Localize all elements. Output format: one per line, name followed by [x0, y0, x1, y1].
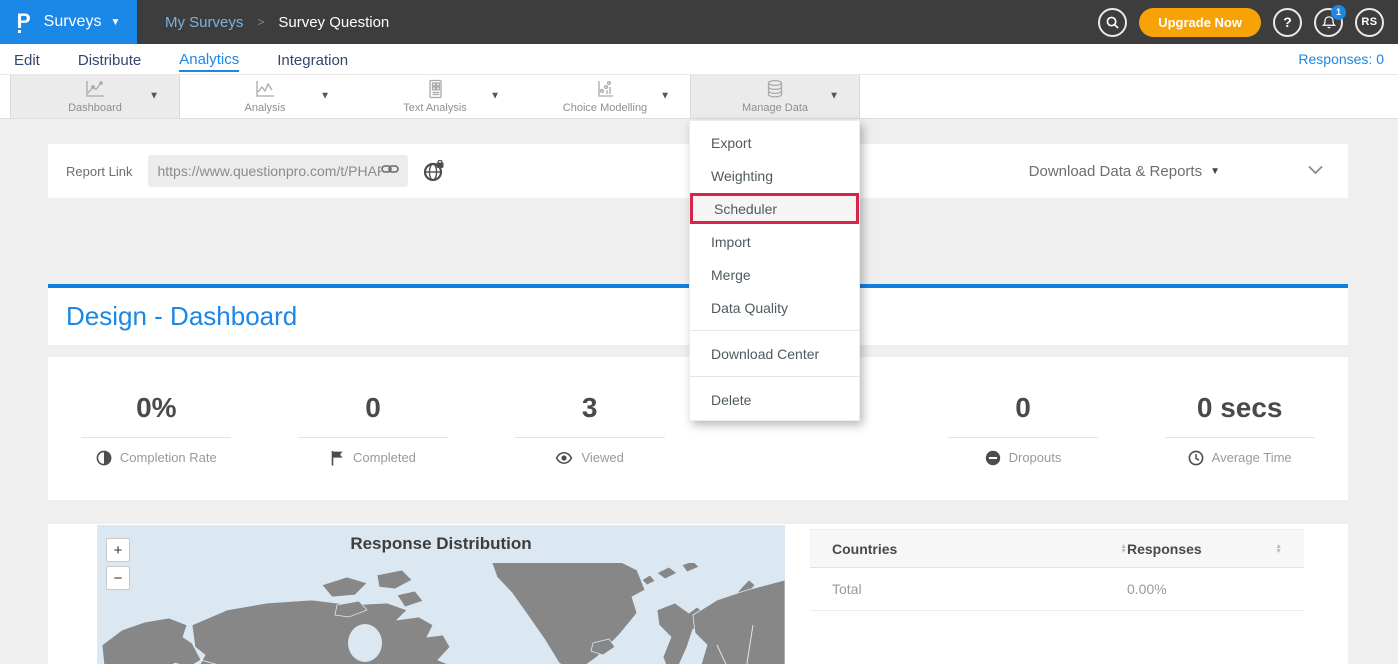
stat-label: Completed [353, 450, 416, 465]
chevron-down-icon: ▼ [149, 90, 159, 101]
total-value: 0.00% [1127, 581, 1167, 597]
top-bar: P Surveys ▼ My Surveys > Survey Question… [0, 0, 1398, 44]
chevron-down-icon: ▼ [1210, 166, 1220, 177]
analysis-chart-icon [254, 79, 276, 99]
menu-item-weighting[interactable]: Weighting [690, 159, 859, 192]
notifications-button[interactable]: 1 [1314, 8, 1343, 37]
menu-divider [690, 376, 859, 377]
sort-icon[interactable]: ▲▼ [1275, 544, 1282, 554]
zoom-in-button[interactable]: + [106, 538, 130, 562]
collapse-chevron-icon[interactable] [1307, 164, 1324, 176]
menu-item-scheduler[interactable]: Scheduler [690, 193, 859, 224]
sort-icon[interactable]: ▲▼ [1120, 544, 1127, 554]
column-countries: Countries [832, 541, 897, 557]
report-link-input[interactable]: https://www.questionpro.com/t/PHAF [148, 155, 408, 187]
chevron-down-icon: ▼ [660, 90, 670, 101]
question-mark-icon: ? [1283, 14, 1292, 30]
stat-average-time: 0 secs Average Time [1131, 392, 1348, 466]
stat-viewed: 3 Viewed [481, 392, 698, 465]
scatter-chart-icon [594, 79, 616, 99]
avatar[interactable]: RS [1355, 8, 1384, 37]
countries-table-header: Countries ▲▼ Responses ▲▼ [810, 529, 1304, 568]
report-url: https://www.questionpro.com/t/PHAF [157, 163, 381, 179]
menu-item-merge[interactable]: Merge [690, 258, 859, 291]
eye-icon [555, 451, 573, 465]
world-map[interactable]: Response Distribution + − [97, 525, 785, 664]
avatar-initials: RS [1361, 16, 1377, 28]
stat-label: Viewed [581, 450, 623, 465]
page-title: Design - Dashboard [66, 301, 297, 332]
chevron-down-icon: ▼ [490, 90, 500, 101]
globe-lock-icon[interactable] [422, 160, 445, 183]
search-button[interactable] [1098, 8, 1127, 37]
report-link-label: Report Link [66, 164, 132, 179]
half-circle-icon [96, 450, 112, 466]
line-chart-icon [84, 79, 106, 99]
chevron-down-icon: ▼ [320, 90, 330, 101]
tab-edit[interactable]: Edit [14, 48, 40, 71]
chevron-down-icon: ▼ [829, 90, 839, 101]
manage-data-menu: Export Weighting Scheduler Import Merge … [689, 120, 860, 421]
download-data-dropdown[interactable]: Download Data & Reports ▼ [1029, 163, 1220, 180]
tab-distribute[interactable]: Distribute [78, 48, 141, 71]
stat-label: Dropouts [1009, 450, 1062, 465]
topbar-actions: Upgrade Now ? 1 RS [1098, 8, 1398, 37]
menu-item-export[interactable]: Export [690, 126, 859, 159]
stat-label: Completion Rate [120, 450, 217, 465]
breadcrumb: My Surveys > Survey Question [165, 14, 389, 31]
stat-completion-rate: 0% Completion Rate [48, 392, 265, 466]
notification-badge: 1 [1331, 5, 1346, 20]
tab-dashboard[interactable]: Dashboard ▼ [10, 75, 180, 118]
world-map-svg [97, 563, 785, 664]
search-icon [1105, 15, 1120, 30]
tab-choice-modelling[interactable]: Choice Modelling ▼ [520, 75, 690, 118]
tab-analytics[interactable]: Analytics [179, 47, 239, 72]
help-button[interactable]: ? [1273, 8, 1302, 37]
column-responses: Responses [1127, 541, 1202, 557]
breadcrumb-my-surveys[interactable]: My Surveys [165, 14, 243, 31]
flag-icon [330, 450, 345, 466]
menu-item-data-quality[interactable]: Data Quality [690, 291, 859, 324]
product-name: Surveys [44, 13, 102, 31]
stat-dropouts: 0 Dropouts [915, 392, 1132, 466]
survey-section-nav: Edit Distribute Analytics Integration Re… [0, 44, 1398, 75]
responses-count: Responses: 0 [1298, 51, 1384, 67]
tab-analysis[interactable]: Analysis ▼ [180, 75, 350, 118]
menu-item-download-center[interactable]: Download Center [690, 337, 859, 370]
response-distribution-panel: Response Distribution + − [48, 524, 1348, 664]
table-row-total: Total 0.00% [810, 568, 1304, 611]
total-label: Total [832, 581, 862, 597]
database-icon [764, 79, 786, 99]
link-icon [381, 162, 399, 181]
breadcrumb-current: Survey Question [278, 14, 389, 31]
tab-integration[interactable]: Integration [277, 48, 348, 71]
upgrade-now-button[interactable]: Upgrade Now [1139, 8, 1261, 37]
menu-item-delete[interactable]: Delete [690, 383, 859, 416]
surveys-menu[interactable]: P Surveys ▼ [0, 0, 137, 44]
countries-table: Countries ▲▼ Responses ▲▼ Total 0.00% [810, 529, 1304, 611]
map-title: Response Distribution [97, 534, 785, 554]
stat-completed: 0 Completed [265, 392, 482, 466]
document-grid-icon [424, 79, 446, 99]
breadcrumb-separator: > [257, 15, 264, 29]
clock-icon [1188, 450, 1204, 466]
analytics-toolbar: Dashboard ▼ Analysis ▼ Text Analysis ▼ C… [0, 75, 1398, 119]
menu-item-import[interactable]: Import [690, 225, 859, 258]
minus-circle-icon [985, 450, 1001, 466]
stat-label: Average Time [1212, 450, 1292, 465]
tab-text-analysis[interactable]: Text Analysis ▼ [350, 75, 520, 118]
questionpro-logo-icon: P [17, 11, 35, 33]
tab-manage-data[interactable]: Manage Data ▼ [690, 75, 860, 118]
chevron-down-icon: ▼ [110, 17, 120, 28]
menu-divider [690, 330, 859, 331]
